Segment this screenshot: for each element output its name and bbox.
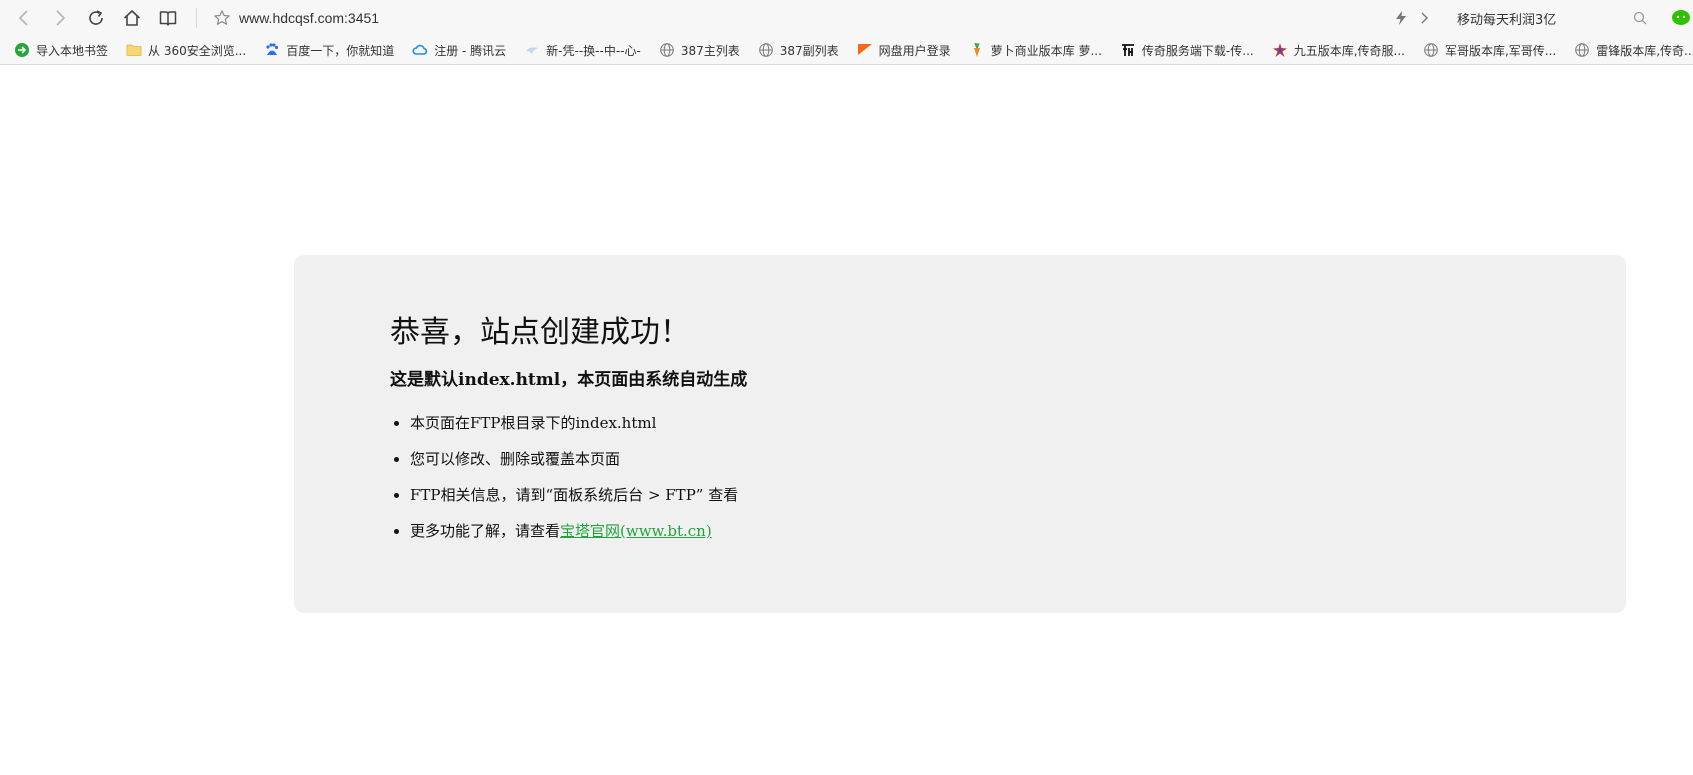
address-bar[interactable]: www.hdcqsf.com:3451 [205, 0, 1435, 36]
bookmark-label: 从 360安全浏览... [148, 43, 247, 58]
home-icon [123, 10, 141, 26]
bookmark-label: 387主列表 [680, 43, 740, 58]
bookmark-site[interactable]: 新-凭--换--中--心- [524, 36, 641, 64]
toolbar-divider [196, 8, 197, 28]
baidu-icon [264, 42, 280, 58]
bookmark-label: 雷锋版本库,传奇... [1596, 43, 1693, 58]
bookmark-legend[interactable]: 传奇服务端下载-传... [1120, 36, 1254, 64]
wechat-icon [1672, 10, 1690, 25]
bookmark-label: 九五版本库,传奇服... [1293, 43, 1405, 58]
forward-arrow-icon [56, 10, 66, 26]
speed-mode-button[interactable] [1389, 0, 1413, 36]
star-icon [214, 10, 230, 25]
search-icon [1633, 11, 1647, 25]
tencent-cloud-icon [412, 42, 428, 58]
site-icon [524, 42, 540, 58]
list-item-text: FTP相关信息，请到“面板系统后台 > FTP” 查看 [410, 486, 739, 504]
legend-icon [1120, 42, 1136, 58]
pan-icon [857, 42, 873, 58]
page-title: 恭喜，站点创建成功！ [390, 315, 690, 350]
chevron-right-icon [1421, 12, 1428, 24]
book-icon [159, 11, 177, 26]
carrot-icon [969, 42, 985, 58]
bookmarks-bar: 导入本地书签 从 360安全浏览... 百度一下，你就知道 注册 - 腾讯云 新… [0, 36, 1693, 65]
search-input[interactable]: 移动每天利润3亿 [1457, 9, 1627, 28]
bookmark-pan-login[interactable]: 网盘用户登录 [857, 36, 951, 64]
forward-button[interactable] [42, 0, 78, 36]
bookmark-387-sub[interactable]: 387副列表 [758, 36, 839, 64]
list-item-text: 更多功能了解，请查看 [410, 522, 561, 540]
globe-icon [1574, 42, 1590, 58]
bookmark-label: 传奇服务端下载-传... [1141, 43, 1254, 58]
url-text[interactable]: www.hdcqsf.com:3451 [239, 10, 1389, 26]
search-button[interactable] [1627, 0, 1653, 36]
reload-icon [89, 10, 103, 25]
bookmark-leifeng[interactable]: 雷锋版本库,传奇... [1574, 36, 1693, 64]
list-item: FTP相关信息，请到“面板系统后台 > FTP” 查看 [410, 485, 747, 505]
bookmark-star-button[interactable] [205, 0, 239, 36]
bookmark-label: 军哥版本库,军哥传... [1444, 43, 1557, 58]
search-box[interactable]: 移动每天利润3亿 [1445, 0, 1653, 36]
more-arrow-button[interactable] [1413, 0, 1435, 36]
import-icon [14, 42, 30, 58]
list-item-text: 您可以修改、删除或覆盖本页面 [410, 450, 621, 468]
bookmark-label: 新-凭--换--中--心- [546, 43, 641, 58]
list-item: 更多功能了解，请查看宝塔官网(www.bt.cn) [410, 521, 747, 541]
bookmark-label: 387副列表 [779, 43, 839, 58]
star-logo-icon [1272, 42, 1288, 58]
lightning-icon [1396, 11, 1406, 25]
wechat-button[interactable] [1653, 0, 1693, 36]
content-body: 恭喜，站点创建成功！ 这是默认index.html，本页面由系统自动生成 本页面… [390, 315, 747, 557]
content-panel: 恭喜，站点创建成功！ 这是默认index.html，本页面由系统自动生成 本页面… [294, 255, 1626, 613]
bookmark-label: 百度一下，你就知道 [286, 43, 395, 58]
home-button[interactable] [114, 0, 150, 36]
bookmark-junge[interactable]: 军哥版本库,军哥传... [1423, 36, 1557, 64]
bookmark-tencent-cloud[interactable]: 注册 - 腾讯云 [412, 36, 507, 64]
bookmark-387-main[interactable]: 387主列表 [659, 36, 740, 64]
reader-button[interactable] [150, 0, 186, 36]
list-item: 本页面在FTP根目录下的index.html [410, 413, 747, 433]
bookmark-label: 注册 - 腾讯云 [434, 43, 507, 58]
bookmark-label: 网盘用户登录 [878, 43, 951, 58]
globe-icon [758, 42, 774, 58]
bt-official-link[interactable]: 宝塔官网(www.bt.cn) [560, 522, 712, 540]
bookmark-baidu[interactable]: 百度一下，你就知道 [264, 36, 395, 64]
globe-icon [659, 42, 675, 58]
back-button[interactable] [6, 0, 42, 36]
bookmark-folder-360[interactable]: 从 360安全浏览... [126, 36, 247, 64]
list-item-text: 本页面在FTP根目录下的index.html [410, 414, 657, 432]
bookmark-import[interactable]: 导入本地书签 [14, 36, 109, 64]
browser-toolbar: www.hdcqsf.com:3451 移动每天利润3亿 [0, 0, 1693, 36]
info-list: 本页面在FTP根目录下的index.html 您可以修改、删除或覆盖本页面 FT… [390, 413, 747, 541]
bookmark-label: 萝卜商业版本库 萝... [990, 43, 1102, 58]
page-subtitle: 这是默认index.html，本页面由系统自动生成 [390, 370, 748, 390]
reload-button[interactable] [78, 0, 114, 36]
back-arrow-icon [18, 10, 28, 26]
globe-icon [1423, 42, 1439, 58]
list-item: 您可以修改、删除或覆盖本页面 [410, 449, 747, 469]
bookmark-jiuwu[interactable]: 九五版本库,传奇服... [1272, 36, 1405, 64]
bookmark-label: 导入本地书签 [36, 43, 109, 58]
folder-icon [126, 42, 142, 58]
bookmark-carrot[interactable]: 萝卜商业版本库 萝... [969, 36, 1102, 64]
